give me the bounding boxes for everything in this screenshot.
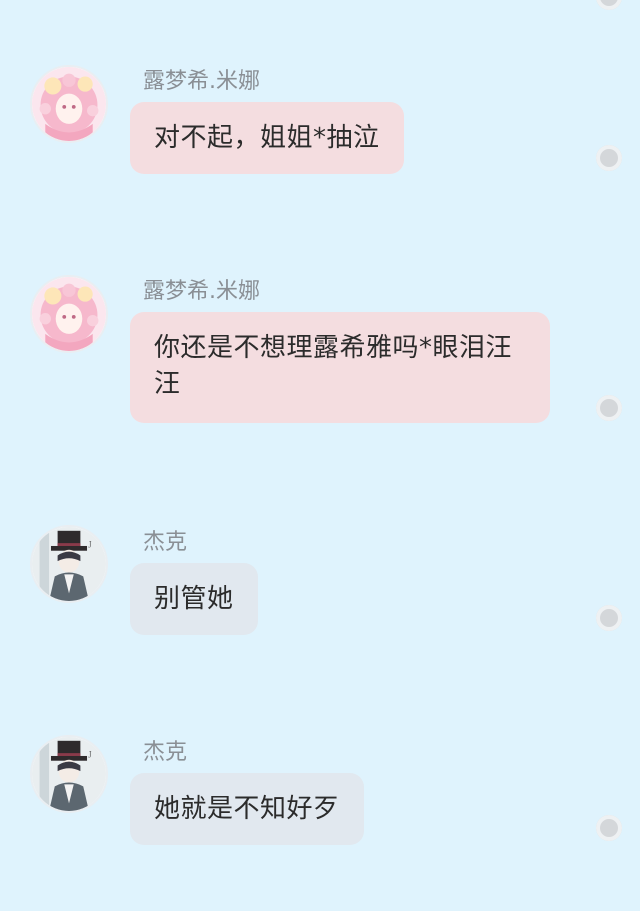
select-radio[interactable] [596,395,622,421]
message-bubble[interactable]: 别管她 [130,563,258,635]
select-radio-top[interactable] [596,0,622,10]
select-radio[interactable] [596,815,622,841]
avatar-mina[interactable] [30,65,108,143]
message-bubble[interactable]: 对不起，姐姐*抽泣 [130,102,404,174]
avatar-jack[interactable]: J [30,525,108,603]
avatar-jack[interactable]: J [30,735,108,813]
sender-name: 杰克 [143,530,188,555]
pink-hair-girl-icon [32,277,106,351]
sender-name: 露梦希.米娜 [143,69,260,94]
message-bubble[interactable]: 你还是不想理露希雅吗*眼泪汪汪 [130,312,550,423]
sender-name: 露梦希.米娜 [143,279,260,304]
top-hat-boy-icon: J [32,737,106,811]
select-radio[interactable] [596,605,622,631]
sender-name: 杰克 [143,740,188,765]
select-radio[interactable] [596,145,622,171]
message-bubble[interactable]: 她就是不知好歹 [130,773,364,845]
svg-text:J: J [88,750,92,758]
svg-text:J: J [88,540,92,548]
top-hat-boy-icon: J [32,527,106,601]
pink-hair-girl-icon [32,67,106,141]
avatar-mina[interactable] [30,275,108,353]
